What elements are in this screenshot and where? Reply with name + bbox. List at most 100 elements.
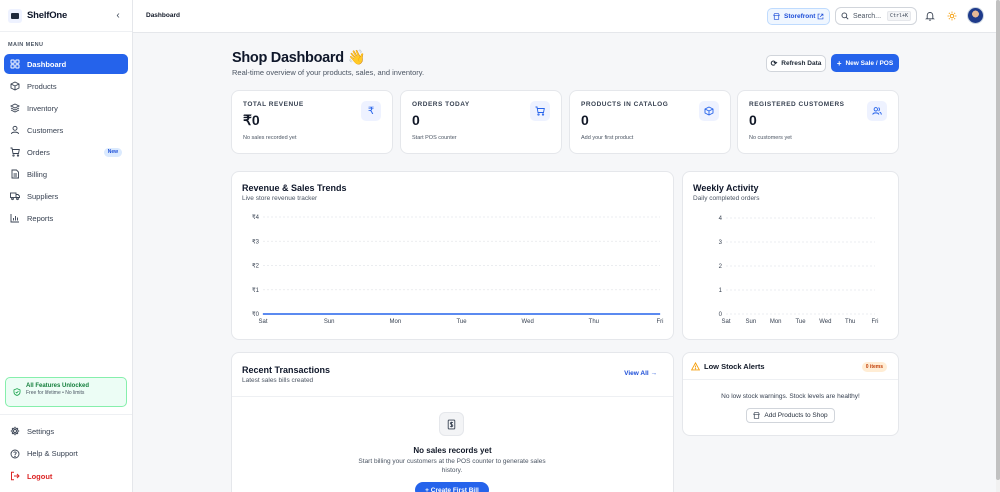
sidebar-item-label: Help & Support [27,449,78,458]
refresh-icon: ⟳ [770,59,778,68]
y-tick-label: ₹1 [252,287,260,294]
x-tick-label: Tue [795,319,806,325]
scrollbar-thumb[interactable] [996,0,1000,480]
sidebar-item-help[interactable]: Help & Support [4,444,128,464]
avatar[interactable] [967,7,984,24]
search-placeholder: Search... [853,12,882,20]
truck-icon [10,191,20,201]
revenue-chart-panel: Revenue & Sales Trends Live store revenu… [231,171,674,340]
y-tick-label: 0 [719,312,723,318]
sidebar-item-inventory[interactable]: Inventory [4,98,128,118]
stat-hint: No sales recorded yet [243,135,297,141]
sidebar-item-label: Orders [27,147,50,157]
stat-card-orders: ORDERS TODAY 0 Start POS counter [400,90,562,154]
brand: ShelfOne ‹ [0,0,132,32]
y-tick-label: 3 [719,240,723,246]
sun-icon[interactable] [946,10,958,22]
sidebar-item-customers[interactable]: Customers [4,120,128,140]
sidebar-item-label: Billing [27,169,48,179]
cart-icon [530,101,550,121]
layers-icon [10,103,20,113]
brand-name: ShelfOne [27,10,68,21]
sidebar-item-suppliers[interactable]: Suppliers [4,186,128,206]
plus-icon: + [836,58,842,68]
search-shortcut: Ctrl+K [886,11,911,21]
users-icon [867,101,887,121]
y-tick-label: 2 [719,264,723,270]
data-point [593,313,595,315]
x-tick-label: Fri [872,319,879,325]
bell-icon[interactable] [924,10,936,22]
x-tick-label: Sat [258,319,267,325]
data-point [527,313,529,315]
receipt-icon [439,412,464,436]
sidebar-item-orders[interactable]: Orders New [4,142,128,162]
create-first-bill-button[interactable]: + Create First Bill [415,482,489,492]
y-tick-label: ₹3 [252,238,260,245]
x-tick-label: Sat [721,319,730,325]
help-circle-icon [10,449,20,459]
x-tick-label: Mon [389,319,401,325]
stat-card-revenue: TOTAL REVENUE ₹0 No sales recorded yet ₹ [231,90,393,154]
refresh-data-button[interactable]: ⟳ Refresh Data [766,55,826,72]
x-tick-label: Wed [819,319,831,325]
store-icon [753,412,761,419]
breadcrumb: Dashboard [146,12,180,19]
view-all-link[interactable]: View All → [624,370,657,377]
stat-card-products: PRODUCTS IN CATALOG 0 Add your first pro… [569,90,731,154]
sidebar-item-label: Products [27,81,57,91]
new-badge: New [103,147,122,157]
stat-hint: Add your first product [581,135,634,141]
divider [232,396,673,397]
revenue-line-chart: ₹0 ₹1 ₹2 ₹3 ₹4 Sat Sun Mon Tue Wed Thu Fri [252,214,664,325]
sidebar-item-billing[interactable]: Billing [4,164,128,184]
new-sale-label: New Sale / POS [845,59,894,67]
panel-subtitle: Latest sales bills created [242,377,314,384]
stat-hint: Start POS counter [412,135,457,141]
sidebar: ShelfOne ‹ MAIN MENU Dashboard Products … [0,0,133,492]
add-products-button[interactable]: Add Products to Shop [746,408,835,423]
external-link-icon [817,13,824,20]
items-count-badge: 0 items [861,362,887,372]
weekly-activity-panel: Weekly Activity Daily completed orders 0… [682,171,899,340]
logout-icon [10,471,20,481]
search-input[interactable]: Search... Ctrl+K [835,7,917,25]
logo-icon [8,8,22,23]
y-tick-label: ₹2 [252,263,260,270]
cart-icon [10,147,20,157]
x-tick-label: Sun [324,319,335,325]
sidebar-item-dashboard[interactable]: Dashboard [4,54,128,74]
sidebar-item-label: Reports [27,213,54,223]
sidebar-item-products[interactable]: Products [4,76,128,96]
sidebar-item-label: Inventory [27,103,58,113]
sidebar-item-label: Settings [27,426,55,436]
y-tick-label: ₹4 [252,214,260,221]
data-point [461,313,462,315]
page-subtitle: Real-time overview of your products, sal… [232,68,425,77]
x-tick-label: Thu [589,319,599,325]
sidebar-item-logout[interactable]: Logout [4,466,128,486]
sidebar-item-settings[interactable]: Settings [4,421,128,441]
recent-transactions-panel: Recent Transactions Latest sales bills c… [231,352,674,492]
features-unlocked-card: All Features Unlocked Free for lifetime … [5,377,127,407]
empty-state-text: Start billing your customers at the POS … [358,458,546,474]
storefront-label: Storefront [784,13,816,20]
dashboard-grid-icon [10,59,20,69]
page-scrollbar[interactable] [996,0,1000,492]
data-point [394,313,396,315]
chevron-left-icon[interactable]: ‹ [112,10,124,21]
alert-title: Low Stock Alerts [704,362,765,371]
stat-card-customers: REGISTERED CUSTOMERS 0 No customers yet [737,90,899,154]
storefront-button[interactable]: Storefront [767,8,830,25]
main-content: Shop Dashboard 👋 Real-time overview of y… [133,33,1000,492]
box-icon [699,101,719,121]
alert-header: Low Stock Alerts 0 items [683,353,898,380]
sidebar-item-label: Suppliers [27,191,59,201]
sidebar-item-reports[interactable]: Reports [4,208,128,228]
x-tick-label: Wed [522,319,534,325]
menu-title: MAIN MENU [8,42,44,48]
user-icon [10,125,20,135]
page-title: Shop Dashboard 👋 [232,50,366,66]
x-tick-label: Tue [456,319,467,325]
new-sale-button[interactable]: + New Sale / POS [831,54,899,72]
